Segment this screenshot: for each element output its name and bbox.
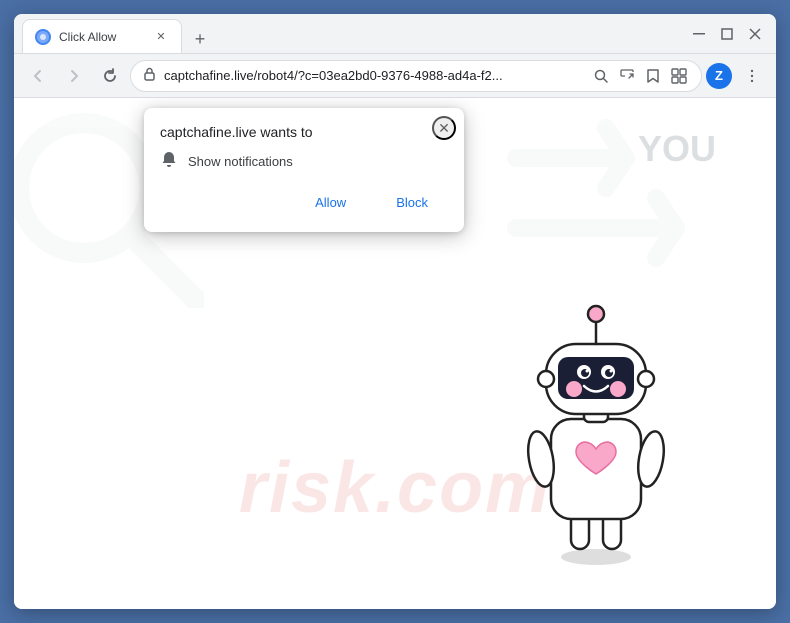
forward-button[interactable] (58, 60, 90, 92)
toolbar-right: Z (706, 60, 768, 92)
block-button[interactable]: Block (376, 189, 448, 216)
minimize-button[interactable] (686, 21, 712, 47)
tab-title: Click Allow (59, 30, 145, 44)
close-button[interactable] (742, 21, 768, 47)
popup-buttons: Allow Block (160, 189, 448, 216)
you-text: YOU (638, 128, 716, 170)
robot-illustration (496, 289, 696, 569)
title-bar: Click Allow ✕ + (14, 14, 776, 54)
browser-window: Click Allow ✕ + (14, 14, 776, 609)
menu-button[interactable] (736, 60, 768, 92)
notification-text: Show notifications (188, 154, 293, 169)
popup-notification-row: Show notifications (160, 150, 448, 173)
back-button[interactable] (22, 60, 54, 92)
reload-button[interactable] (94, 60, 126, 92)
address-icons (591, 66, 689, 86)
active-tab[interactable]: Click Allow ✕ (22, 19, 182, 53)
extensions-icon[interactable] (669, 66, 689, 86)
popup-close-button[interactable]: ✕ (432, 116, 456, 140)
profile-button[interactable]: Z (706, 63, 732, 89)
lock-icon (143, 67, 156, 84)
search-icon[interactable] (591, 66, 611, 86)
maximize-button[interactable] (714, 21, 740, 47)
window-controls (686, 21, 768, 47)
toolbar: captchafine.live/robot4/?c=03ea2bd0-9376… (14, 54, 776, 98)
tab-close-button[interactable]: ✕ (153, 29, 169, 45)
page-content: YOU risk.com (14, 98, 776, 609)
tab-strip: Click Allow ✕ + (22, 14, 348, 53)
bell-icon (160, 150, 178, 173)
notification-popup: ✕ captchafine.live wants to Show notific… (144, 108, 464, 232)
new-tab-button[interactable]: + (186, 25, 214, 53)
allow-button[interactable]: Allow (295, 189, 366, 216)
arrows-watermark (496, 98, 776, 298)
bookmark-icon[interactable] (643, 66, 663, 86)
address-bar[interactable]: captchafine.live/robot4/?c=03ea2bd0-9376… (130, 60, 702, 92)
share-icon[interactable] (617, 66, 637, 86)
popup-title: captchafine.live wants to (160, 124, 448, 140)
tab-favicon (35, 29, 51, 45)
url-text: captchafine.live/robot4/?c=03ea2bd0-9376… (164, 68, 583, 83)
